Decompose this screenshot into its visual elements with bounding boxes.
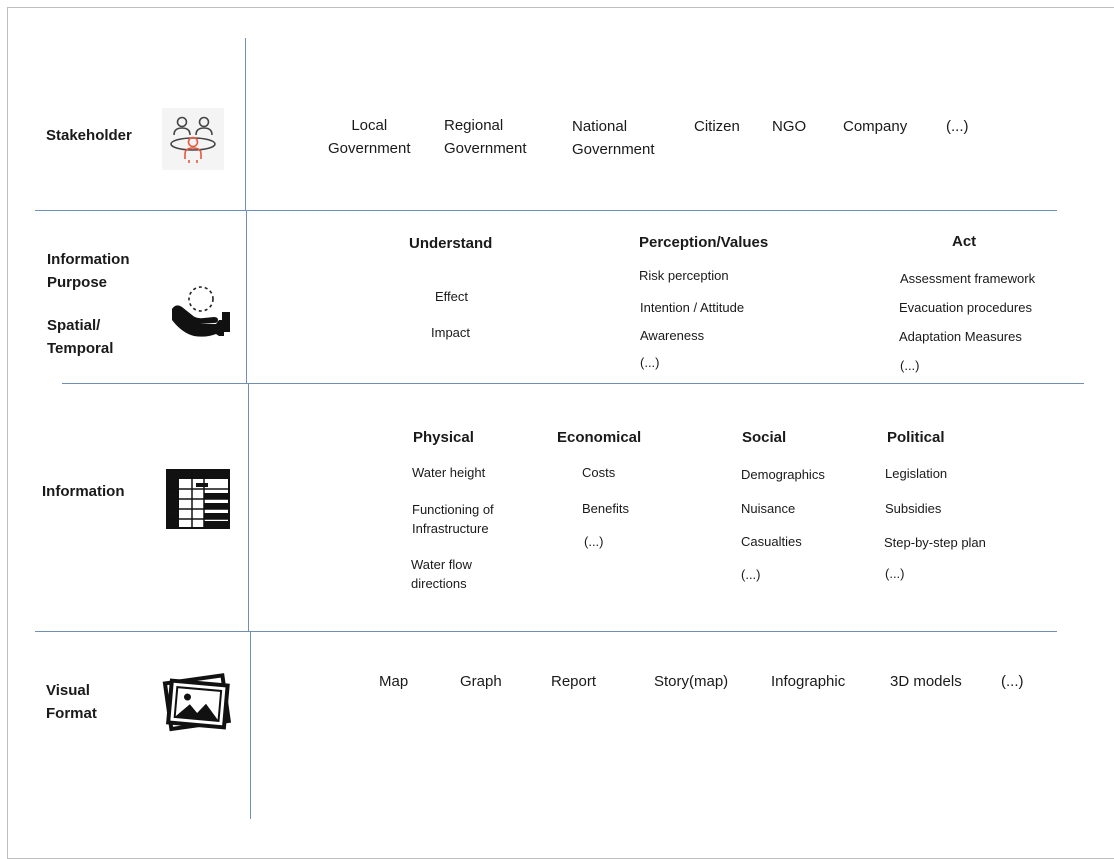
stakeholder-item: Regional Government [444,117,527,157]
info-item: Step-by-step plan [884,535,986,550]
hand-holding-icon [172,286,230,337]
purpose-header-act: Act [952,233,977,250]
row-label-visual-format: Visual Format [46,682,97,722]
stakeholder-item: (...) [946,118,969,135]
info-item: (...) [885,566,905,581]
info-header-social: Social [742,429,787,446]
purpose-item: Awareness [640,328,705,343]
stakeholder-item: National Government [572,118,655,158]
row-divider [62,383,1084,384]
row-label-information: Information [42,483,125,500]
purpose-item: Evacuation procedures [899,300,1032,315]
info-item: Nuisance [741,501,796,516]
purpose-item: Adaptation Measures [899,329,1022,344]
info-item: Water height [412,465,486,480]
format-item: (...) [1001,673,1024,690]
stakeholder-item: Local Government [328,117,411,157]
people-meeting-icon [162,108,224,170]
format-item: 3D models [890,673,962,690]
stakeholder-item: Company [843,118,908,135]
format-item: Graph [460,673,502,690]
format-item: Report [551,673,597,690]
info-item: Benefits [582,501,629,516]
info-item: Legislation [885,466,948,481]
stakeholder-item: Citizen [694,118,740,135]
info-item: (...) [584,534,604,549]
info-item: Demographics [741,467,825,482]
row-label-purpose: Information Purpose [47,251,130,291]
table-icon [166,469,230,529]
purpose-item: Impact [431,325,471,340]
purpose-item: (...) [640,355,660,370]
row-divider [35,631,1057,632]
info-item: Casualties [741,534,802,549]
info-item: Subsidies [885,501,942,516]
info-item: Costs [582,465,616,480]
photo-gallery-icon [162,673,232,732]
purpose-item: Intention / Attitude [640,300,745,315]
info-header-political: Political [887,429,945,446]
purpose-item: (...) [900,358,920,373]
info-item: (...) [741,567,761,582]
stakeholder-item: NGO [772,118,807,135]
row-divider [35,210,1057,211]
purpose-item: Assessment framework [900,271,1036,286]
format-item: Map [379,673,409,690]
info-item: Water flow directions [411,557,472,591]
purpose-item: Effect [435,289,469,304]
vertical-divider [250,631,251,819]
format-item: Story(map) [654,673,729,690]
vertical-divider [246,210,247,383]
row-label-spatial-temporal: Spatial/ Temporal [47,317,114,357]
info-item: Functioning of Infrastructure [412,502,494,536]
vertical-divider [248,383,249,631]
purpose-header-understand: Understand [409,235,493,252]
format-item: Infographic [771,673,846,690]
info-header-physical: Physical [413,429,474,446]
purpose-header-perception: Perception/Values [639,234,769,251]
row-label-stakeholder: Stakeholder [46,127,132,144]
vertical-divider [245,38,246,210]
purpose-item: Risk perception [639,268,729,283]
info-header-economical: Economical [557,429,642,446]
